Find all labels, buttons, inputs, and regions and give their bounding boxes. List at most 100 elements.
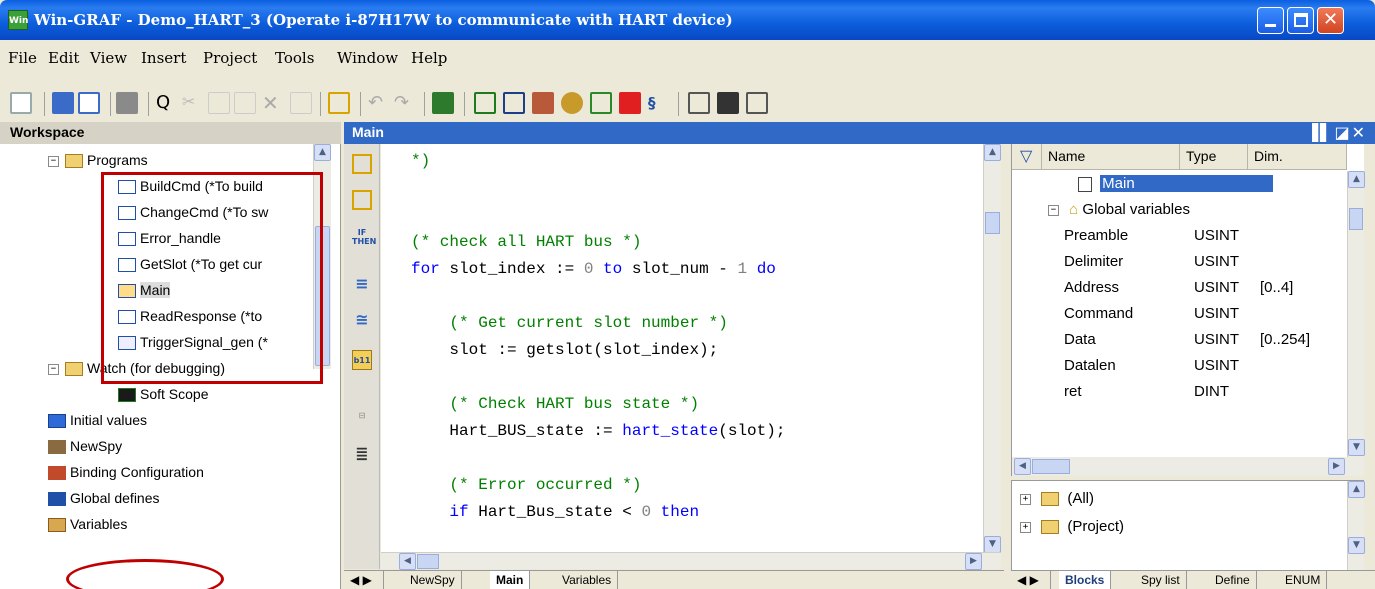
flag-icon[interactable] [619,92,641,114]
tree-item[interactable]: Variables [48,511,127,537]
delete-icon[interactable]: ✕ [262,92,284,114]
tab-nav-icon[interactable]: ◀ ▶ [1011,571,1051,589]
code-line[interactable]: (* check all HART bus *) [411,233,641,251]
paste-icon[interactable] [234,92,256,114]
tree-item[interactable]: Binding Configuration [48,459,204,485]
collapse-icon[interactable]: − [1048,204,1059,216]
var-type[interactable]: USINT [1194,301,1239,327]
scroll-thumb[interactable] [985,212,1000,234]
var-dim[interactable]: [0..254] [1260,327,1310,353]
menu-help[interactable]: Help [411,49,447,67]
new-icon[interactable] [10,92,32,114]
column-dim[interactable]: Dim. [1248,144,1347,170]
tab-enum[interactable]: ENUM [1279,571,1328,589]
window-icon[interactable] [688,92,710,114]
var-type[interactable]: USINT [1194,275,1239,301]
minimize-button[interactable] [1257,7,1284,34]
format-icon[interactable]: ≣ [352,444,372,464]
tab-newspy[interactable]: NewSpy [404,571,462,589]
scroll-up-icon[interactable]: ▲ [314,144,331,161]
properties-icon[interactable] [78,92,100,114]
main-row[interactable]: Main [1042,171,1347,197]
code-line[interactable]: for slot_index := 0 to slot_num - 1 do [411,260,776,278]
menu-tools[interactable]: Tools [275,49,314,67]
scroll-right-icon[interactable]: ▶ [1328,458,1345,475]
collapse-icon[interactable]: − [48,363,59,375]
var-name[interactable]: Datalen [1064,353,1116,379]
var-type[interactable]: USINT [1194,249,1239,275]
code-line[interactable]: (* Error occurred *) [411,476,641,494]
indent-icon[interactable]: ≡ [352,274,372,294]
scroll-up-icon[interactable]: ▲ [984,144,1001,161]
column-name[interactable]: Name [1042,144,1180,170]
tree-item[interactable]: Initial values [48,407,147,433]
window-controls-icon[interactable]: ▐▌◪✕ [1306,123,1367,142]
expand-icon[interactable]: + [1020,521,1031,533]
scroll-left-icon[interactable]: ◀ [399,553,416,570]
insert-icon[interactable] [328,92,350,114]
close-button[interactable]: ✕ [1317,7,1344,34]
var-type[interactable]: USINT [1194,223,1239,249]
menu-insert[interactable]: Insert [141,49,186,67]
filter-icon[interactable]: ▽ [1012,144,1042,170]
editor-hscrollbar[interactable]: ◀ ▶ [381,552,1001,570]
scroll-down-icon[interactable]: ▼ [1348,439,1365,456]
maximize-button[interactable] [1287,7,1314,34]
tree-item[interactable]: Global defines [48,485,160,511]
hierarchy-icon[interactable] [503,92,525,114]
copy-icon[interactable] [208,92,230,114]
code-line[interactable]: slot := getslot(slot_index); [411,341,718,359]
code-line[interactable]: Hart_BUS_state := hart_state(slot); [411,422,785,440]
library-item-all[interactable]: + (All) [1020,486,1320,512]
find-icon[interactable]: Q [156,92,178,114]
scroll-right-icon[interactable]: ▶ [965,553,982,570]
var-name[interactable]: Data [1064,327,1096,353]
library-item-project[interactable]: + (Project) [1020,514,1320,540]
scroll-up-icon[interactable]: ▲ [1348,481,1365,498]
scroll-up-icon[interactable]: ▲ [1348,171,1365,188]
cut-icon[interactable]: ✂ [182,92,204,114]
vars-scrollbar[interactable]: ▲ ▼ [1347,171,1365,457]
scroll-thumb[interactable] [417,554,439,569]
global-defines-icon[interactable]: § [648,92,670,114]
online-icon[interactable] [746,92,768,114]
menu-window[interactable]: Window [337,49,398,67]
download-icon[interactable] [717,92,739,114]
group-row[interactable]: − ⌂ Global variables [1048,197,1348,223]
print-icon[interactable] [116,92,138,114]
tab-nav-icon[interactable]: ◀ ▶ [344,571,384,589]
scroll-down-icon[interactable]: ▼ [984,536,1001,553]
tab-define[interactable]: Define [1209,571,1257,589]
editor-scrollbar[interactable]: ▲ ▼ [983,144,1001,554]
comment-icon[interactable]: ≅ [352,310,372,330]
var-name[interactable]: Command [1064,301,1133,327]
redo-icon[interactable]: ↷ [394,92,416,114]
select-all-icon[interactable] [290,92,312,114]
expand-icon[interactable]: + [1020,493,1031,505]
save-icon[interactable] [52,92,74,114]
var-type[interactable]: DINT [1194,379,1229,405]
var-name[interactable]: Delimiter [1064,249,1123,275]
tab-variables[interactable]: Variables [556,571,619,589]
tree-item[interactable]: − Programs [48,147,148,173]
b11-icon[interactable]: b11 [352,350,372,370]
grid-icon[interactable] [474,92,496,114]
insert-line-icon[interactable] [352,190,372,210]
build-icon[interactable] [432,92,454,114]
code-line[interactable]: *) [411,152,430,170]
tab-main[interactable]: Main [490,571,531,589]
tree-item[interactable]: NewSpy [48,433,122,459]
var-dim[interactable]: [0..4] [1260,275,1293,301]
var-name[interactable]: Address [1064,275,1119,301]
menu-edit[interactable]: Edit [48,49,79,67]
tab-spy-list[interactable]: Spy list [1135,571,1187,589]
menu-view[interactable]: View [90,49,127,67]
var-name[interactable]: Preamble [1064,223,1128,249]
scroll-left-icon[interactable]: ◀ [1014,458,1031,475]
code-line[interactable]: if Hart_Bus_state < 0 then [411,503,699,521]
if-then-icon[interactable]: IF THEN [352,228,376,248]
binding-icon[interactable] [532,92,554,114]
home-icon[interactable] [590,92,612,114]
collapse-icon[interactable]: − [48,155,59,167]
library-scrollbar[interactable]: ▲ ▼ [1347,481,1365,570]
